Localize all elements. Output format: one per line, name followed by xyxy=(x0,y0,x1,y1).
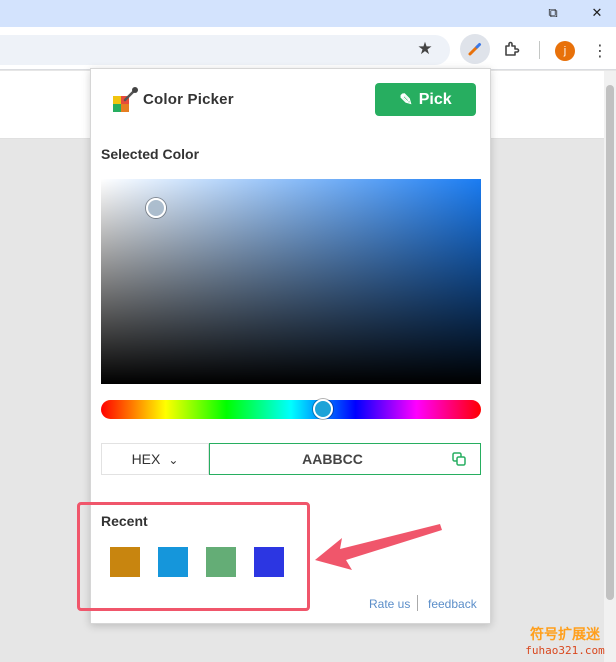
browser-toolbar: ★ xyxy=(0,27,616,70)
app-title: Color Picker xyxy=(143,91,234,108)
pick-button[interactable]: ✎ Pick xyxy=(375,83,476,116)
feedback-link[interactable]: feedback xyxy=(428,597,477,611)
extensions-button[interactable] xyxy=(497,34,527,64)
hue-slider[interactable] xyxy=(101,400,481,419)
site-watermark: 符号扩展迷 fuhao321.com xyxy=(520,624,610,657)
hex-value-text[interactable]: AABBCC xyxy=(210,444,455,474)
saturation-handle[interactable] xyxy=(146,198,166,218)
eyedropper-icon xyxy=(468,43,481,56)
browser-menu-button[interactable]: ⋮ xyxy=(590,37,610,63)
footer-divider xyxy=(417,595,418,611)
color-format-value: HEX xyxy=(131,451,161,467)
address-bar[interactable] xyxy=(0,35,450,65)
profile-avatar[interactable]: j xyxy=(555,41,575,61)
chevron-down-icon: ⌄ xyxy=(168,453,179,467)
recent-highlight-box xyxy=(77,502,310,611)
pick-button-label: Pick xyxy=(418,90,452,108)
color-picker-logo-icon xyxy=(113,87,138,112)
hex-value-field[interactable]: AABBCC xyxy=(209,443,481,475)
puzzle-icon xyxy=(505,41,520,56)
toolbar-separator xyxy=(539,41,540,59)
close-window-button[interactable]: ✕ xyxy=(575,0,616,27)
selected-color-title: Selected Color xyxy=(101,146,200,162)
color-picker-extension-button[interactable] xyxy=(460,34,490,64)
watermark-url: fuhao321.com xyxy=(525,644,605,657)
hue-slider-handle[interactable] xyxy=(313,399,333,419)
rate-us-link[interactable]: Rate us xyxy=(369,597,410,611)
copy-icon[interactable] xyxy=(452,452,466,466)
bookmark-star-icon[interactable]: ★ xyxy=(410,34,440,64)
restore-window-button[interactable]: ⧉ xyxy=(531,0,575,27)
scrollbar-thumb[interactable] xyxy=(606,85,614,600)
watermark-title: 符号扩展迷 xyxy=(530,627,600,643)
color-format-select[interactable]: HEX ⌄ xyxy=(101,443,209,475)
annotation-arrow-icon xyxy=(315,524,442,570)
browser-title-bar: ⧉ ✕ xyxy=(0,0,616,27)
eyedropper-icon: ✎ xyxy=(399,91,413,109)
